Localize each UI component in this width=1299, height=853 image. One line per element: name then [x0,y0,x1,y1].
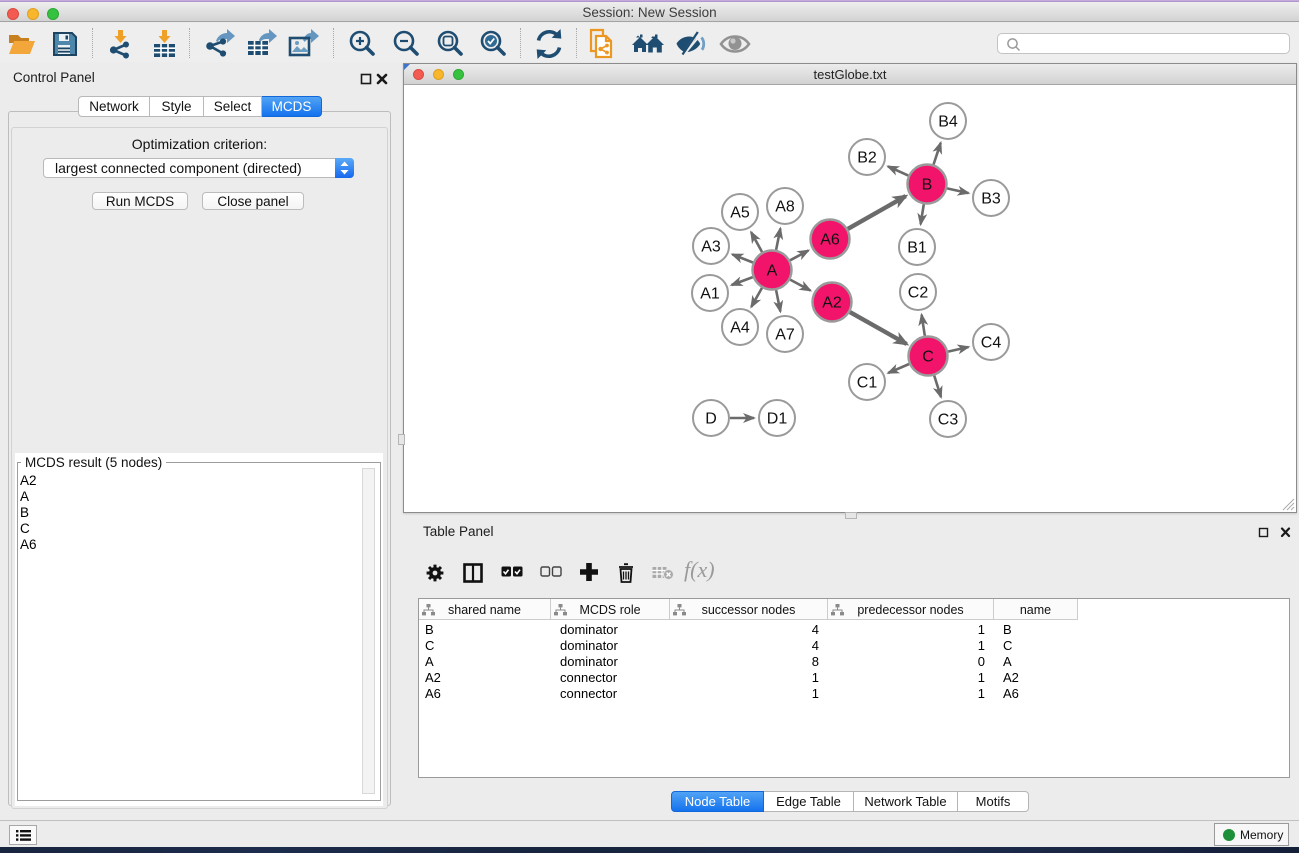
svg-text:A: A [767,263,778,280]
svg-text:B2: B2 [857,150,877,167]
svg-text:D: D [705,411,717,428]
svg-text:A7: A7 [775,327,795,344]
svg-text:A3: A3 [701,239,721,256]
svg-text:C4: C4 [981,335,1002,352]
svg-text:C3: C3 [938,412,959,429]
svg-text:B: B [922,177,933,194]
svg-text:D1: D1 [767,411,788,428]
svg-text:A4: A4 [730,320,750,337]
svg-text:A6: A6 [820,232,840,249]
svg-text:C: C [922,349,934,366]
svg-text:A8: A8 [775,199,795,216]
svg-text:B3: B3 [981,191,1001,208]
svg-text:A5: A5 [730,205,750,222]
svg-text:C1: C1 [857,375,878,392]
svg-text:B1: B1 [907,240,927,257]
svg-text:B4: B4 [938,114,958,131]
svg-text:A2: A2 [822,295,842,312]
svg-text:C2: C2 [908,285,929,302]
svg-text:A1: A1 [700,286,720,303]
